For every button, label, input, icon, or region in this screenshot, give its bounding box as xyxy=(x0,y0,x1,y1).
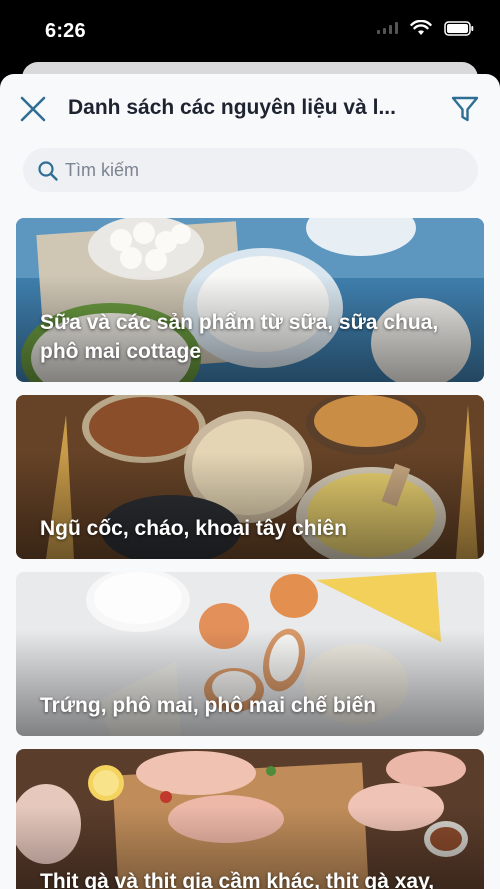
category-card-eggs-cheese[interactable]: Trứng, phô mai, phô mai chế biến xyxy=(16,572,484,736)
close-icon xyxy=(20,96,46,122)
category-sheet: Danh sách các nguyên liệu và l... Tìm ki… xyxy=(0,74,500,889)
category-card-dairy[interactable]: Sữa và các sản phẩm từ sữa, sữa chua, ph… xyxy=(16,218,484,382)
category-title: Ngũ cốc, cháo, khoai tây chiên xyxy=(40,517,347,540)
search-input[interactable] xyxy=(65,148,465,192)
header: Danh sách các nguyên liệu và l... xyxy=(0,74,500,146)
battery-icon xyxy=(444,20,474,36)
category-card-poultry[interactable]: Thịt gà và thịt gia cầm khác, thịt gà xa… xyxy=(16,749,484,889)
filter-icon xyxy=(451,96,479,122)
close-button[interactable] xyxy=(16,92,50,126)
category-card-grains[interactable]: Ngũ cốc, cháo, khoai tây chiên xyxy=(16,395,484,559)
category-title: Trứng, phô mai, phô mai chế biến xyxy=(40,694,377,717)
wifi-icon xyxy=(410,20,432,35)
category-title: Thịt gà và thịt gia cầm khác, thịt gà xa… xyxy=(40,870,435,889)
status-time: 6:26 xyxy=(45,20,86,42)
category-list: Sữa và các sản phẩm từ sữa, sữa chua, ph… xyxy=(16,218,484,889)
status-icons xyxy=(377,20,474,36)
cellular-signal-icon xyxy=(377,22,398,34)
filter-button[interactable] xyxy=(448,92,482,126)
category-title: Sữa và các sản phẩm từ sữa, sữa chua, ph… xyxy=(40,311,439,363)
search-icon xyxy=(38,161,58,181)
status-bar: 6:26 xyxy=(0,0,500,62)
page-title: Danh sách các nguyên liệu và l... xyxy=(68,96,396,119)
search-bar xyxy=(23,148,478,192)
